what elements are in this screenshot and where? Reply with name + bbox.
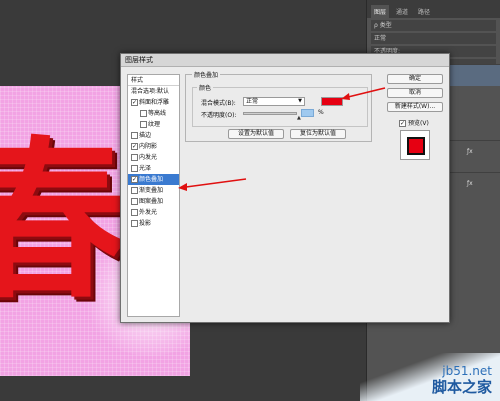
blend-mode-value: 正常 (246, 98, 259, 105)
set-default-button[interactable]: 设置为默认值 (228, 129, 284, 139)
style-label: 颜色叠加 (139, 176, 164, 183)
panel-tabbar: 图层 通道 路径 (367, 0, 500, 18)
style-label: 图案叠加 (139, 198, 164, 205)
checkbox-icon[interactable] (131, 187, 138, 194)
style-inner-shadow[interactable]: ✓ 内阴影 (128, 141, 179, 152)
watermark-brand: 脚本之家 (431, 378, 492, 396)
style-label: 描边 (139, 132, 152, 139)
checkbox-icon[interactable] (131, 209, 138, 216)
opacity-input[interactable] (301, 109, 314, 117)
styles-list: 样式 混合选项:默认 ✓ 斜面和浮雕 等高线 纹理 描边 ✓ 内阴影 内发光 光泽 … (127, 74, 180, 317)
tab-layers[interactable]: 图层 (371, 5, 390, 18)
style-label: 混合选项:默认 (131, 88, 170, 95)
style-label: 投影 (139, 220, 152, 227)
tab-channels[interactable]: 通道 (393, 5, 411, 18)
style-label: 内发光 (139, 154, 158, 161)
dialog-title[interactable]: 图层样式 (121, 54, 449, 67)
checkbox-icon[interactable] (131, 132, 138, 139)
style-contour[interactable]: 等高线 (128, 108, 179, 119)
checkbox-checked-icon[interactable]: ✓ (131, 176, 138, 183)
layer-style-dialog: 图层样式 样式 混合选项:默认 ✓ 斜面和浮雕 等高线 纹理 描边 ✓ 内阴影 内发… (120, 53, 450, 323)
checkbox-icon[interactable] (131, 220, 138, 227)
layer-blend-mode[interactable]: 正常 (371, 33, 496, 44)
color-group: 颜色 混合模式(B): 正常 ▼ 不透明度(O): ▲ % (192, 83, 368, 127)
overlay-color-swatch[interactable] (321, 97, 343, 106)
opacity-slider[interactable] (243, 112, 297, 115)
checkbox-checked-icon[interactable]: ✓ (131, 143, 138, 150)
section-title: 颜色叠加 (192, 70, 221, 79)
style-blending-options[interactable]: 混合选项:默认 (128, 86, 179, 97)
checkbox-icon[interactable] (131, 154, 138, 161)
new-style-button[interactable]: 新建样式(W)... (387, 102, 443, 112)
opacity-label: 不透明度(O): (201, 112, 237, 119)
style-label: 外发光 (139, 209, 158, 216)
style-bevel-emboss[interactable]: ✓ 斜面和浮雕 (128, 97, 179, 108)
preview-checkbox[interactable]: ✓ 预览(V) (399, 118, 429, 127)
color-overlay-group: 颜色叠加 颜色 混合模式(B): 正常 ▼ 不透明度(O): ▲ % 设置为默认… (185, 70, 372, 142)
preview-label: 预览(V) (408, 120, 429, 127)
blend-mode-label: 混合模式(B): (201, 100, 236, 107)
style-label: 斜面和浮雕 (139, 99, 170, 106)
style-gradient-overlay[interactable]: 渐变叠加 (128, 185, 179, 196)
blend-mode-select[interactable]: 正常 ▼ (243, 97, 305, 106)
styles-header: 样式 (128, 75, 179, 86)
style-drop-shadow[interactable]: 投影 (128, 218, 179, 229)
style-outer-glow[interactable]: 外发光 (128, 207, 179, 218)
color-group-title: 颜色 (197, 83, 214, 92)
style-label: 内阴影 (139, 143, 158, 150)
style-label: 纹理 (148, 121, 161, 128)
checkbox-icon[interactable] (140, 121, 147, 128)
tab-paths[interactable]: 路径 (415, 5, 433, 18)
style-stroke[interactable]: 描边 (128, 130, 179, 141)
style-color-overlay[interactable]: ✓ 颜色叠加 (128, 174, 179, 185)
style-satin[interactable]: 光泽 (128, 163, 179, 174)
cancel-button[interactable]: 取消 (387, 88, 443, 98)
dropdown-arrow-icon: ▼ (298, 98, 302, 104)
checkbox-icon[interactable] (131, 198, 138, 205)
layer-kind-filter[interactable]: ρ 类型 (371, 20, 496, 31)
style-texture[interactable]: 纹理 (128, 119, 179, 130)
style-inner-glow[interactable]: 内发光 (128, 152, 179, 163)
checkbox-checked-icon[interactable]: ✓ (131, 99, 138, 106)
style-preview-thumbnail (400, 130, 430, 160)
preview-swatch (407, 137, 425, 155)
opacity-unit: % (318, 109, 324, 116)
ok-button[interactable]: 确定 (387, 74, 443, 84)
checkbox-checked-icon[interactable]: ✓ (399, 120, 406, 127)
reset-default-button[interactable]: 复位为默认值 (290, 129, 346, 139)
style-label: 等高线 (148, 110, 167, 117)
checkbox-icon[interactable] (140, 110, 147, 117)
style-label: 光泽 (139, 165, 152, 172)
checkbox-icon[interactable] (131, 165, 138, 172)
watermark: jb51.net 脚本之家 (360, 353, 500, 401)
style-pattern-overlay[interactable]: 图案叠加 (128, 196, 179, 207)
style-label: 渐变叠加 (139, 187, 164, 194)
